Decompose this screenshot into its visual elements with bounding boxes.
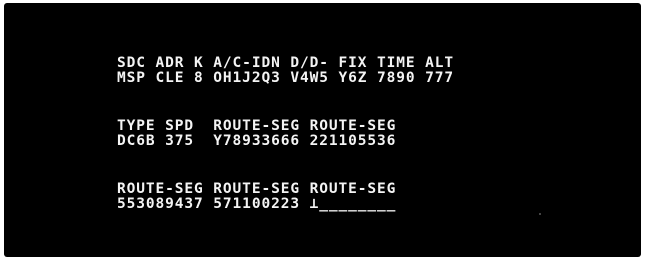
type-route-values: DC6B 375 Y78933666 221105536 [117,133,397,149]
route-segment-header: ROUTE-SEG ROUTE-SEG ROUTE-SEG [117,181,397,197]
type-route-header: TYPE SPD ROUTE-SEG ROUTE-SEG [117,118,397,134]
flight-data-values: MSP CLE 8 OH1J2Q3 V4W5 Y6Z 7890 777 [117,70,455,86]
route-segment-input-line[interactable]: 553089437 571100223 ⊥________ [117,196,396,212]
terminal-screen: SDC ADR K A/C-IDN D/D- FIX TIME ALT MSP … [4,3,641,257]
screen-noise-dot [539,213,541,215]
flight-data-header: SDC ADR K A/C-IDN D/D- FIX TIME ALT [117,55,455,71]
